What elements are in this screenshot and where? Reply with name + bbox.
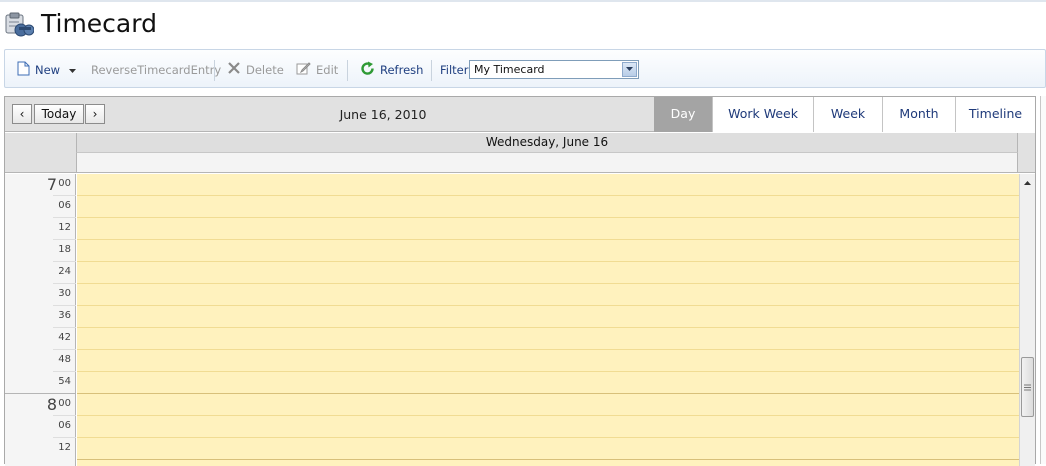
filter-select[interactable]: My Timecard — [469, 60, 639, 79]
minute-label: 12 — [58, 442, 71, 453]
all-day-slot[interactable] — [76, 153, 1018, 172]
time-slot-label: 54 — [5, 372, 76, 394]
delete-button[interactable]: Delete — [227, 50, 284, 89]
time-slot-label: 18 — [5, 240, 76, 262]
time-slot-label: 30 — [5, 284, 76, 306]
delete-button-label: Delete — [246, 62, 284, 77]
chevron-right-icon: › — [92, 107, 98, 121]
top-border — [0, 0, 1046, 2]
new-button-label: New — [35, 62, 61, 77]
reverse-button-label: ReverseTimecardEntry — [91, 62, 222, 77]
day-time-slots — [77, 174, 1019, 466]
chevron-down-icon[interactable] — [622, 62, 637, 77]
toolbar-separator — [214, 60, 215, 81]
scroll-thumb[interactable] — [1021, 357, 1034, 417]
edit-button-label: Edit — [316, 62, 339, 77]
time-slot-label: 24 — [5, 262, 76, 284]
tab-day[interactable]: Day — [654, 97, 712, 132]
time-slot-label: 7 00 — [5, 174, 76, 196]
time-slot-label: 36 — [5, 306, 76, 328]
tab-timeline[interactable]: Timeline — [955, 97, 1035, 132]
time-slot-label: 42 — [5, 328, 76, 350]
time-slot[interactable] — [77, 416, 1019, 438]
time-slot[interactable] — [77, 394, 1019, 416]
scheduler-header: ‹ Today › June 16, 2010 Day Work Week We… — [5, 97, 1035, 132]
delete-x-icon — [227, 61, 241, 78]
time-slot-label: 06 — [5, 416, 76, 438]
filter-label: Filter — [440, 50, 468, 89]
time-slot[interactable] — [77, 284, 1019, 306]
current-date: June 16, 2010 — [339, 107, 427, 122]
time-slot[interactable] — [77, 438, 1019, 460]
refresh-icon — [360, 61, 375, 79]
new-document-icon — [17, 61, 30, 79]
time-slot-label: 12 — [5, 438, 76, 460]
time-column: 7 00 06 12 18 24 30 36 42 48 54 8 00 06 12 — [5, 174, 76, 466]
time-slot[interactable] — [77, 218, 1019, 240]
new-button[interactable]: New — [17, 50, 60, 89]
time-slot[interactable] — [77, 372, 1019, 394]
time-slot-label: 12 — [5, 218, 76, 240]
refresh-button[interactable]: Refresh — [360, 50, 423, 89]
time-slot[interactable] — [77, 174, 1019, 196]
timecard-app-icon — [4, 12, 35, 38]
minute-label: 06 — [58, 420, 71, 431]
day-column-header[interactable]: Wednesday, June 16 — [76, 133, 1018, 153]
edit-pencil-icon — [296, 61, 311, 78]
scroll-up-arrow-icon[interactable] — [1020, 174, 1035, 190]
toolbar: New ReverseTimecardEntry Delete Edit Ref… — [4, 49, 1046, 88]
minute-label: 18 — [58, 244, 71, 255]
next-day-button[interactable]: › — [85, 104, 105, 124]
time-slot[interactable] — [77, 262, 1019, 284]
minute-label: 42 — [58, 332, 71, 343]
dropdown-arrow-icon — [69, 63, 76, 77]
minute-label: 12 — [58, 222, 71, 233]
scheduler: ‹ Today › June 16, 2010 Day Work Week We… — [4, 96, 1036, 466]
time-slot[interactable] — [77, 196, 1019, 218]
tab-month[interactable]: Month — [882, 97, 955, 132]
edit-button[interactable]: Edit — [296, 50, 338, 89]
minute-label: 06 — [58, 200, 71, 211]
filter-label-text: Filter — [440, 62, 469, 77]
vertical-scrollbar[interactable] — [1019, 174, 1035, 466]
page-title: Timecard — [41, 9, 157, 38]
minute-label: 48 — [58, 354, 71, 365]
minute-label: 24 — [58, 266, 71, 277]
minute-label: 30 — [58, 288, 71, 299]
day-header-row: Wednesday, June 16 — [5, 133, 1035, 173]
minute-label: 36 — [58, 310, 71, 321]
new-dropdown-toggle[interactable] — [69, 50, 76, 89]
time-slot-label: 48 — [5, 350, 76, 372]
time-slot-label: 06 — [5, 196, 76, 218]
hour-label: 8 — [46, 395, 57, 414]
minute-label: 54 — [58, 376, 71, 387]
tab-work-week[interactable]: Work Week — [712, 97, 813, 132]
reverse-timecard-entry-button[interactable]: ReverseTimecardEntry — [91, 50, 221, 89]
time-slot-label: 8 00 — [5, 394, 76, 416]
right-panel-edge — [1040, 96, 1046, 464]
minute-label: 00 — [58, 178, 71, 189]
time-slot[interactable] — [77, 350, 1019, 372]
time-slot[interactable] — [77, 328, 1019, 350]
refresh-button-label: Refresh — [380, 62, 424, 77]
chevron-left-icon: ‹ — [19, 107, 25, 121]
time-slot[interactable] — [77, 306, 1019, 328]
prev-day-button[interactable]: ‹ — [12, 104, 32, 124]
tab-week[interactable]: Week — [813, 97, 882, 132]
title-bar: Timecard — [0, 4, 1046, 44]
filter-select-value: My Timecard — [474, 63, 545, 76]
hour-label: 7 — [46, 175, 57, 194]
today-button-label: Today — [41, 107, 77, 121]
time-slot[interactable] — [77, 240, 1019, 262]
time-grid: 7 00 06 12 18 24 30 36 42 48 54 8 00 06 12 — [5, 174, 1035, 466]
minute-label: 00 — [58, 398, 71, 409]
toolbar-separator — [431, 60, 432, 81]
today-button[interactable]: Today — [34, 104, 84, 124]
toolbar-separator — [347, 60, 348, 81]
